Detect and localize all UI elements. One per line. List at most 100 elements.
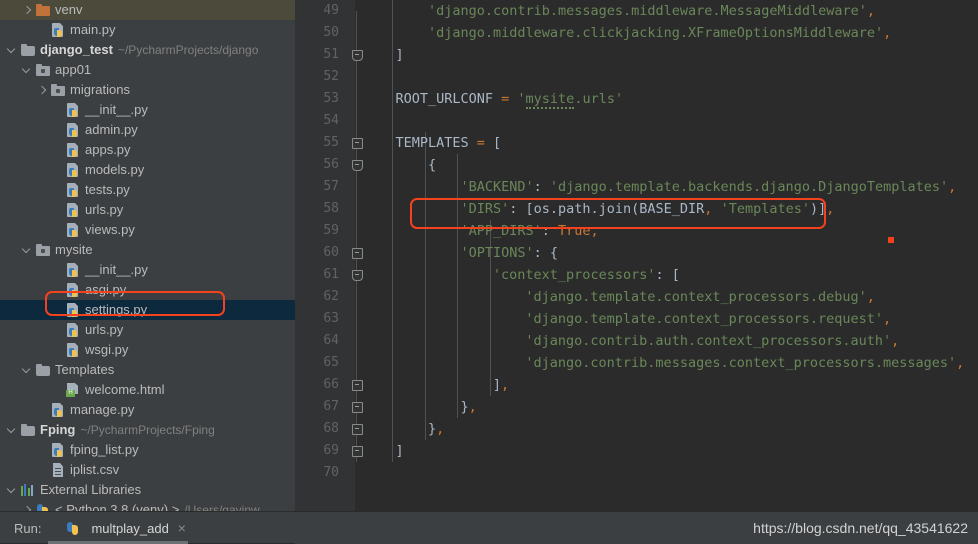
code-fold-toggle-icon[interactable] — [352, 446, 363, 457]
no-chevron — [52, 345, 63, 356]
chevron-down-icon[interactable] — [7, 485, 18, 496]
code-line[interactable]: 51] — [295, 44, 978, 66]
python-file-icon — [50, 442, 66, 458]
tree-row-asgi-py[interactable]: asgi.py — [0, 280, 295, 300]
no-chevron — [37, 465, 48, 476]
html-file-icon: H — [65, 382, 81, 398]
code-line[interactable]: 66], — [295, 374, 978, 396]
code-line[interactable]: 65 'django.contrib.messages.context_proce… — [295, 352, 978, 374]
code-line[interactable]: 53 ROOT_URLCONF = 'mysite.urls' — [295, 88, 978, 110]
chevron-right-icon[interactable] — [22, 5, 33, 16]
code-line[interactable]: 52 — [295, 66, 978, 88]
tree-row-tests-py[interactable]: tests.py — [0, 180, 295, 200]
code-text: 'django.contrib.auth.context_processors.… — [525, 330, 899, 352]
project-tree-panel[interactable]: venv main.py django_test ~/PycharmProjects/… — [0, 0, 295, 511]
code-line[interactable]: 67}, — [295, 396, 978, 418]
code-fold-toggle-icon[interactable] — [352, 248, 363, 259]
code-line[interactable]: 70 — [295, 462, 978, 484]
code-fold-toggle-icon[interactable] — [352, 160, 363, 171]
code-token: } — [427, 421, 437, 437]
watermark-url: https://blog.csdn.net/qq_43541622 — [753, 520, 968, 536]
tree-row-app01[interactable]: app01 — [0, 60, 295, 80]
code-line[interactable]: 50 'django.middleware.clickjacking.XFrame… — [295, 22, 978, 44]
tree-row-templates[interactable]: Templates — [0, 360, 295, 380]
code-line[interactable]: 59 'APP_DIRS': True, — [295, 220, 978, 242]
no-chevron — [52, 385, 63, 396]
code-token: } — [460, 399, 469, 415]
chevron-down-icon[interactable] — [7, 45, 18, 56]
code-fold-toggle-icon[interactable] — [352, 270, 363, 281]
pycharm-window: venv main.py django_test ~/PycharmProjects/… — [0, 0, 978, 544]
tree-row-wsgi-py[interactable]: wsgi.py — [0, 340, 295, 360]
line-number: 62 — [323, 289, 339, 304]
code-line[interactable]: 56 { — [295, 154, 978, 176]
code-line[interactable]: 63 'django.template.context_processors.re… — [295, 308, 978, 330]
tree-row-fping[interactable]: Fping ~/PycharmProjects/Fping — [0, 420, 295, 440]
chevron-right-icon[interactable] — [37, 85, 48, 96]
code-token: mysite — [525, 91, 575, 109]
code-lines[interactable]: 49 'django.contrib.messages.middleware.Me… — [295, 0, 978, 484]
run-configuration-tab[interactable]: multplay_add × — [65, 513, 186, 543]
tree-row-apps-py[interactable]: apps.py — [0, 140, 295, 160]
chevron-down-icon[interactable] — [22, 65, 33, 76]
code-fold-toggle-icon[interactable] — [352, 138, 363, 149]
code-line[interactable]: 55 TEMPLATES = [ — [295, 132, 978, 154]
tree-row--init-py[interactable]: __init__.py — [0, 260, 295, 280]
code-text: TEMPLATES = [ — [395, 132, 501, 154]
run-tool-window-bar[interactable]: Run: multplay_add × https://blog.csdn.ne… — [0, 511, 978, 544]
line-number: 58 — [323, 201, 339, 216]
no-chevron — [52, 265, 63, 276]
code-line[interactable]: 68}, — [295, 418, 978, 440]
close-icon[interactable]: × — [178, 520, 186, 536]
chevron-down-icon[interactable] — [22, 365, 33, 376]
code-line[interactable]: 49 'django.contrib.messages.middleware.Me… — [295, 0, 978, 22]
code-line[interactable]: 61 'context_processors': [ — [295, 264, 978, 286]
tree-row-fping-list-py[interactable]: fping_list.py — [0, 440, 295, 460]
chevron-down-icon[interactable] — [22, 245, 33, 256]
code-line[interactable]: 57 'BACKEND': 'django.template.backends.d… — [295, 176, 978, 198]
code-fold-toggle-icon[interactable] — [352, 380, 363, 391]
python-file-icon — [65, 142, 81, 158]
no-chevron — [37, 25, 48, 36]
tree-row-urls-py[interactable]: urls.py — [0, 320, 295, 340]
tree-row-urls-py[interactable]: urls.py — [0, 200, 295, 220]
python-file-icon — [65, 202, 81, 218]
code-line[interactable]: 58 'DIRS': [os.path.join(BASE_DIR, 'Templ… — [295, 198, 978, 220]
code-line[interactable]: 60 'OPTIONS': { — [295, 242, 978, 264]
tree-row-admin-py[interactable]: admin.py — [0, 120, 295, 140]
code-line[interactable]: 64 'django.contrib.auth.context_processor… — [295, 330, 978, 352]
tree-row-views-py[interactable]: views.py — [0, 220, 295, 240]
tree-row-venv[interactable]: venv — [0, 0, 295, 20]
code-line[interactable]: 62 'django.template.context_processors.de… — [295, 286, 978, 308]
tree-row-settings-py[interactable]: settings.py — [0, 300, 295, 320]
no-chevron — [52, 145, 63, 156]
code-fold-toggle-icon[interactable] — [352, 50, 363, 61]
code-fold-toggle-icon[interactable] — [352, 402, 363, 413]
tree-row-welcome-html[interactable]: Hwelcome.html — [0, 380, 295, 400]
tree-row-label: admin.py — [85, 122, 138, 137]
tree-row-mysite[interactable]: mysite — [0, 240, 295, 260]
tree-row-label: models.py — [85, 162, 145, 177]
code-line[interactable]: 69] — [295, 440, 978, 462]
tree-row-label: Fping — [40, 422, 76, 437]
tree-row-models-py[interactable]: models.py — [0, 160, 295, 180]
tree-row-main-py[interactable]: main.py — [0, 20, 295, 40]
tree-row-path: /Users/gavinw — [184, 503, 260, 511]
code-token: : — [533, 179, 550, 195]
code-editor[interactable]: 49 'django.contrib.messages.middleware.Me… — [295, 0, 978, 511]
code-line[interactable]: 54 — [295, 110, 978, 132]
code-token: , — [866, 289, 875, 305]
python-file-icon — [65, 162, 81, 178]
tree-row--init-py[interactable]: __init__.py — [0, 100, 295, 120]
tree-row--python-3-8-venv-[interactable]: < Python 3.8 (venv) > /Users/gavinw — [0, 500, 295, 511]
tree-row-migrations[interactable]: migrations — [0, 80, 295, 100]
tree-row-iplist-csv[interactable]: iplist.csv — [0, 460, 295, 480]
tree-row-manage-py[interactable]: manage.py — [0, 400, 295, 420]
tree-row-django-test[interactable]: django_test ~/PycharmProjects/django — [0, 40, 295, 60]
line-number: 70 — [323, 465, 339, 480]
python-file-icon — [65, 222, 81, 238]
tree-row-external-libraries[interactable]: External Libraries — [0, 480, 295, 500]
code-fold-toggle-icon[interactable] — [352, 424, 363, 435]
folder-orange-icon — [35, 2, 51, 18]
chevron-down-icon[interactable] — [7, 425, 18, 436]
